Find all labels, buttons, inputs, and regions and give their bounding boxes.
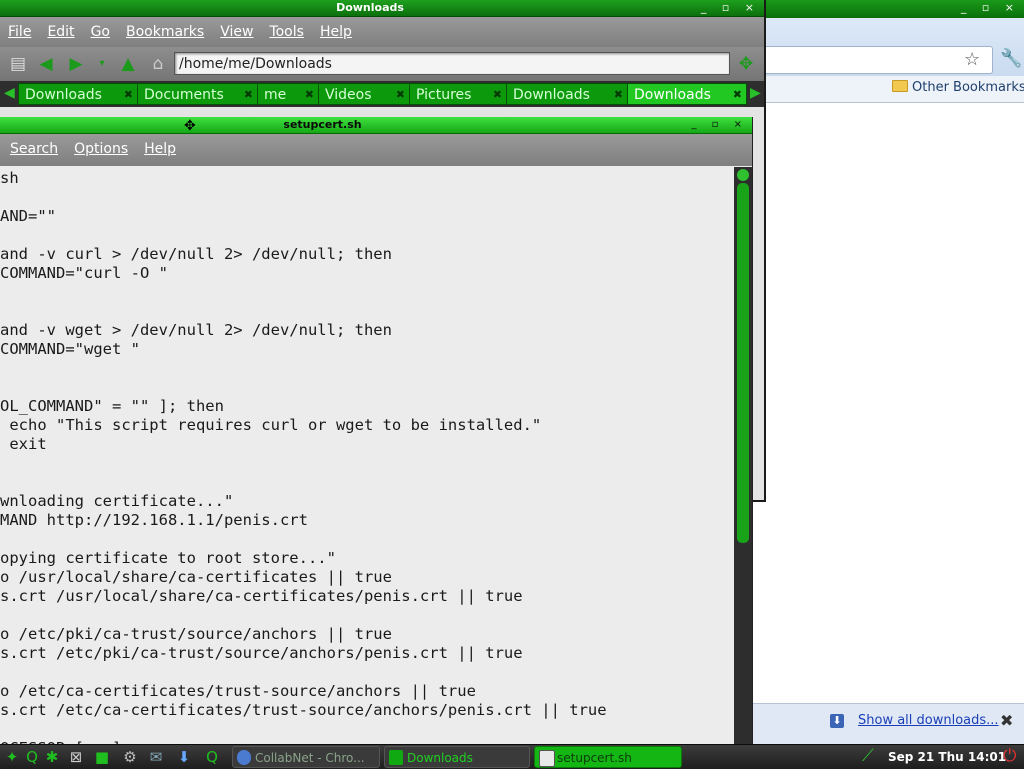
files-launcher-icon[interactable]: ■ (92, 747, 112, 767)
new-tab-icon[interactable]: ▤ (8, 55, 28, 73)
menu-edit[interactable]: Edit (39, 17, 82, 47)
tab-close-icon: ✖ (243, 88, 253, 101)
scroll-up-button[interactable] (737, 169, 749, 181)
bookmark-star-icon[interactable]: ☆ (964, 49, 980, 70)
forward-arrow-icon[interactable]: ▶ (66, 55, 86, 73)
editor-menubar: Search Options Help (0, 134, 752, 166)
location-bar[interactable]: /home/me/Downloads (174, 52, 730, 75)
menu-file[interactable]: File (0, 17, 39, 47)
editor-scrollbar[interactable] (734, 167, 752, 744)
tabs-scroll-left-icon[interactable]: ◀ (4, 85, 15, 101)
download-manager-icon[interactable]: ⬇ (174, 747, 194, 767)
task-downloads[interactable]: Downloads (384, 746, 530, 768)
other-bookmarks-button[interactable]: Other Bookmarks (892, 80, 1024, 95)
tab-me[interactable]: me ✖ (257, 83, 319, 105)
tab-close-icon: ✖ (123, 88, 133, 101)
editor-title: setupcert.sh (283, 118, 362, 131)
tab-downloads-2[interactable]: Downloads ✖ (506, 83, 628, 105)
menu-bookmarks[interactable]: Bookmarks (118, 17, 212, 47)
task-label: setupcert.sh (557, 751, 632, 765)
file-manager-tabs: ◀ Downloads ✖ Documents ✖ me ✖ Videos ✖ Pict… (0, 81, 764, 107)
scroll-thumb[interactable] (737, 183, 749, 543)
history-dropdown-icon[interactable]: ▾ (92, 55, 112, 73)
file-manager-menubar: File Edit Go Bookmarks View Tools Help (0, 17, 764, 47)
chrome-icon (237, 750, 251, 765)
tab-videos[interactable]: Videos ✖ (318, 83, 410, 105)
up-arrow-icon[interactable]: ▲ (118, 55, 138, 73)
bookmarks-bar: Other Bookmarks (752, 76, 1024, 103)
folder-icon (389, 750, 403, 765)
q-app-icon[interactable]: Q (202, 747, 222, 767)
menu-view[interactable]: View (212, 17, 261, 47)
tab-close-icon: ✖ (492, 88, 502, 101)
chrome-window-buttons[interactable]: _ ▫ × (961, 1, 1020, 14)
other-bookmarks-label: Other Bookmarks (912, 80, 1024, 95)
menu-options[interactable]: Options (66, 134, 136, 164)
tab-downloads[interactable]: Downloads ✖ (18, 83, 138, 105)
window-list-icon[interactable]: ⊠ (66, 747, 86, 767)
chrome-page-content (752, 103, 1024, 703)
editor-titlebar[interactable]: ✥ setupcert.sh _ ▫ × (0, 117, 752, 134)
address-bar[interactable]: ☆ (752, 46, 993, 74)
file-manager-title: Downloads (336, 1, 404, 14)
file-manager-window-buttons[interactable]: _ ▫ × (701, 0, 760, 16)
taskbar: ✦ Q ✱ ⊠ ■ ⚙ ✉ ⬇ Q CollabNet - Chro... Do… (0, 744, 1024, 769)
tabs-scroll-right-icon[interactable]: ▶ (750, 85, 761, 101)
script-content[interactable]: sh AND="" and -v curl > /dev/null 2> /de… (0, 167, 734, 744)
menu-help[interactable]: Help (312, 17, 360, 47)
downloads-shelf: ⬇ Show all downloads... ✖ (752, 703, 1024, 745)
menu-help[interactable]: Help (136, 134, 184, 164)
chrome-toolbar: ☆ 🔧 (752, 18, 1024, 76)
file-manager-titlebar[interactable]: Downloads _ ▫ × (0, 0, 764, 17)
clock[interactable]: Sep 21 Thu 14:01 (888, 745, 1006, 769)
tab-close-icon: ✖ (395, 88, 405, 101)
task-label: CollabNet - Chro... (255, 751, 365, 765)
menu-launcher-icon[interactable]: ✦ (2, 747, 22, 767)
network-icon[interactable]: ⟋ (862, 746, 874, 766)
text-editor-icon (539, 750, 555, 767)
wrench-icon[interactable]: 🔧 (1000, 48, 1022, 69)
close-icon[interactable]: ✖ (1000, 711, 1013, 730)
folder-icon (892, 80, 908, 92)
editor-text-area[interactable]: sh AND="" and -v curl > /dev/null 2> /de… (0, 167, 734, 744)
go-icon[interactable]: ✥ (736, 55, 756, 73)
chrome-titlebar: _ ▫ × (752, 0, 1024, 19)
chrome-window: _ ▫ × ☆ 🔧 Other Bookmarks ⬇ Show all dow… (752, 0, 1024, 745)
settings-icon[interactable]: ⚙ (120, 747, 140, 767)
mail-icon[interactable]: ✉ (146, 747, 166, 767)
tab-close-icon: ✖ (304, 88, 314, 101)
tab-close-icon: ✖ (732, 88, 742, 101)
home-icon[interactable]: ⌂ (148, 55, 168, 73)
tab-downloads-active[interactable]: Downloads ✖ (627, 83, 747, 105)
menu-tools[interactable]: Tools (261, 17, 312, 47)
tab-documents[interactable]: Documents ✖ (137, 83, 258, 105)
tab-pictures[interactable]: Pictures ✖ (409, 83, 507, 105)
menu-search[interactable]: Search (0, 134, 66, 164)
task-setupcert[interactable]: setupcert.sh (534, 746, 682, 768)
back-arrow-icon[interactable]: ◀ (36, 55, 56, 73)
download-icon: ⬇ (830, 714, 844, 728)
menu-go[interactable]: Go (83, 17, 118, 47)
editor-window-buttons[interactable]: _ ▫ × (691, 117, 748, 133)
task-label: Downloads (407, 751, 473, 765)
tab-close-icon: ✖ (613, 88, 623, 101)
show-all-downloads-link[interactable]: Show all downloads... (858, 713, 999, 728)
editor-window: ✥ setupcert.sh _ ▫ × Search Options Help s… (0, 117, 753, 744)
q-launcher-icon[interactable]: Q (22, 747, 42, 767)
star-launcher-icon[interactable]: ✱ (42, 747, 62, 767)
task-chrome[interactable]: CollabNet - Chro... (232, 746, 380, 768)
file-manager-toolbar: ▤ ◀ ▶ ▾ ▲ ⌂ /home/me/Downloads ✥ (0, 47, 764, 81)
power-icon[interactable]: ⏻ (1003, 746, 1016, 766)
